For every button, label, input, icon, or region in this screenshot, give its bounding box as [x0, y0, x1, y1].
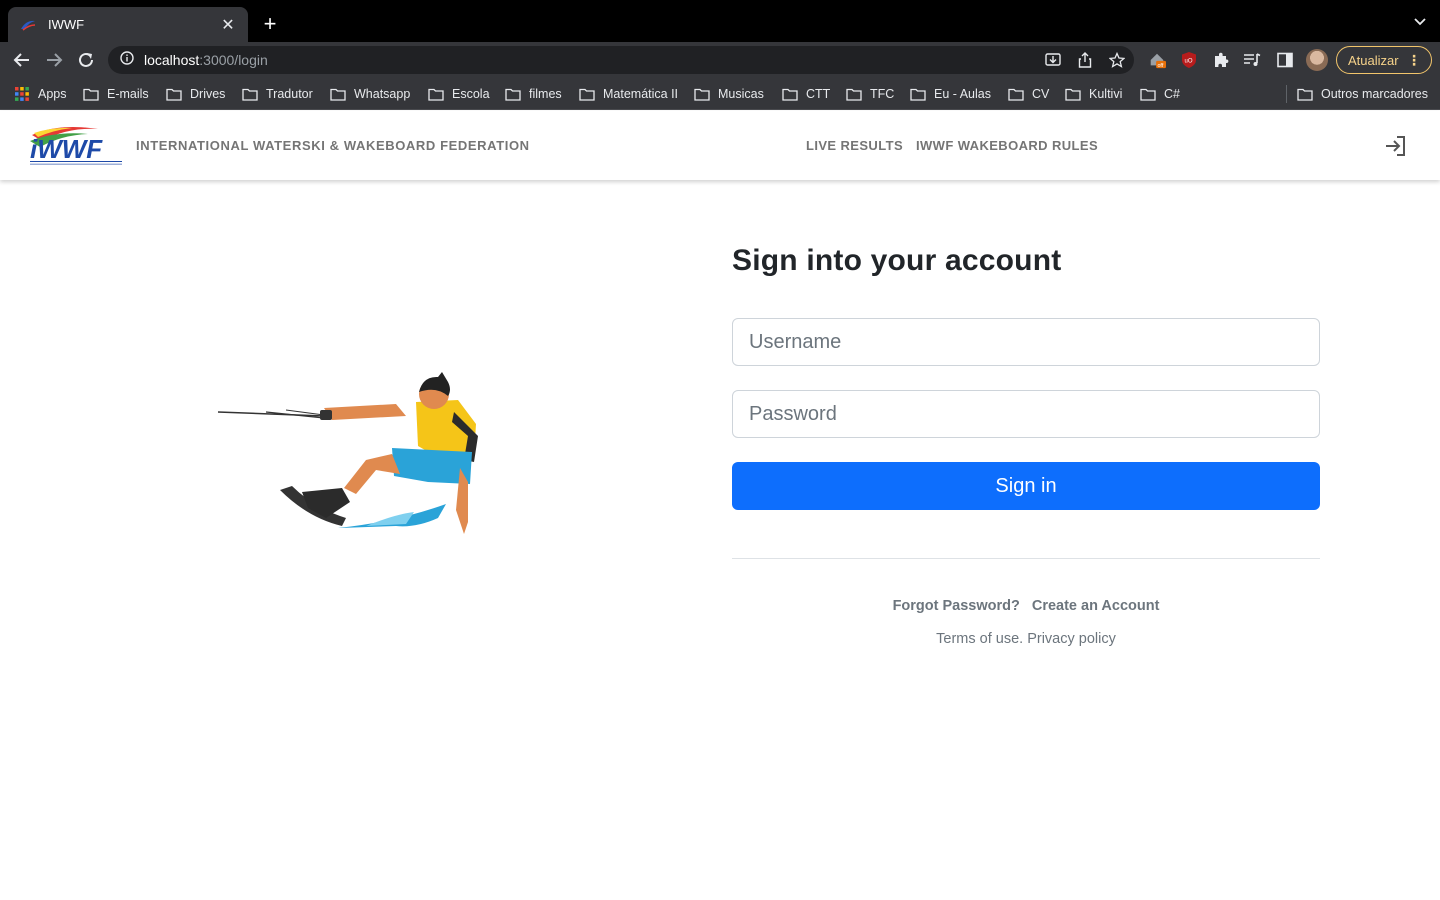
bookmark-star-icon[interactable] — [1108, 52, 1126, 68]
terms-of-use-link[interactable]: Terms of use. — [936, 631, 1023, 647]
media-queue-icon[interactable] — [1243, 51, 1261, 69]
bookmark-label: Escola — [452, 87, 490, 101]
brand-name[interactable]: INTERNATIONAL WATERSKI & WAKEBOARD FEDER… — [136, 138, 530, 153]
wakeboarder-illustration — [217, 372, 478, 534]
bookmark-folder[interactable]: filmes — [505, 86, 562, 102]
site-header: iWWF INTERNATIONAL WATERSKI & WAKEBOARD … — [0, 111, 1440, 180]
bookmark-label: Musicas — [718, 87, 764, 101]
svg-text:iWWF: iWWF — [30, 134, 103, 164]
login-heading: Sign into your account — [732, 244, 1062, 277]
update-label: Atualizar — [1348, 52, 1399, 68]
other-bookmarks[interactable]: Outros marcadores — [1297, 86, 1428, 102]
bookmark-label: E-mails — [107, 87, 149, 101]
bookmark-label: Tradutor — [266, 87, 313, 101]
bookmark-label: Whatsapp — [354, 87, 411, 101]
folder-icon — [242, 88, 258, 101]
bookmark-folder[interactable]: Whatsapp — [330, 86, 410, 102]
new-tab-icon[interactable]: + — [260, 13, 280, 35]
reload-icon[interactable] — [76, 50, 96, 70]
bookmark-label: Eu - Aulas — [934, 87, 991, 101]
bookmark-folder[interactable]: Escola — [428, 86, 490, 102]
bookmark-label: Drives — [190, 87, 226, 101]
folder-icon — [1140, 88, 1156, 101]
folder-icon — [83, 88, 99, 101]
tab-close-icon[interactable]: ✕ — [220, 15, 236, 35]
username-input[interactable] — [732, 318, 1320, 366]
bookmark-label: CTT — [806, 87, 831, 101]
bookmark-folder[interactable]: E-mails — [83, 86, 149, 102]
bookmark-label: Kultivi — [1089, 87, 1123, 101]
bookmark-folder[interactable]: Tradutor — [242, 86, 313, 102]
extension-off-icon[interactable]: off — [1148, 51, 1166, 69]
legal-links: Terms of use. Privacy policy — [732, 631, 1320, 647]
form-divider — [732, 558, 1320, 559]
folder-icon — [505, 88, 521, 101]
bookmark-apps[interactable]: Apps — [14, 86, 67, 102]
svg-text:off: off — [1157, 63, 1163, 69]
bookmark-label: TFC — [870, 87, 895, 101]
tab-search-chevron-icon[interactable] — [1414, 15, 1426, 27]
bookmark-folder[interactable]: CV — [1008, 86, 1049, 102]
install-app-icon[interactable] — [1044, 52, 1062, 68]
bookmark-label: Matemática II — [603, 87, 679, 101]
folder-icon — [166, 88, 182, 101]
folder-icon — [428, 88, 444, 101]
nav-wakeboard-rules[interactable]: IWWF WAKEBOARD RULES — [916, 138, 1098, 153]
folder-icon — [1008, 88, 1024, 101]
bookmark-folder[interactable]: Drives — [166, 86, 225, 102]
browser-tab[interactable]: IWWF ✕ — [8, 7, 248, 42]
folder-icon — [846, 88, 862, 101]
iwwf-favicon-icon — [20, 17, 36, 33]
url-host: localhost — [144, 52, 200, 68]
bookmark-label: CV — [1032, 87, 1050, 101]
bookmarks-bar: Apps E-mails Drives Tradutor Whatsapp Es… — [0, 78, 1440, 110]
kebab-menu-icon[interactable]: ⋮ — [1407, 53, 1421, 67]
bookmark-label: Apps — [38, 87, 67, 101]
back-arrow-icon[interactable] — [12, 50, 32, 70]
profile-avatar[interactable] — [1306, 49, 1328, 71]
privacy-policy-link[interactable]: Privacy policy — [1027, 631, 1116, 647]
tab-title: IWWF — [48, 17, 85, 32]
folder-icon — [694, 88, 710, 101]
bookmark-folder[interactable]: TFC — [846, 86, 894, 102]
bookmark-label: C# — [1164, 87, 1180, 101]
folder-icon — [1297, 88, 1313, 101]
folder-icon — [782, 88, 798, 101]
address-bar[interactable]: localhost:3000/login — [108, 46, 1134, 74]
share-icon[interactable] — [1076, 52, 1094, 68]
bookmark-folder[interactable]: Eu - Aulas — [910, 86, 991, 102]
side-panel-icon[interactable] — [1276, 51, 1294, 69]
nav-live-results[interactable]: LIVE RESULTS — [806, 138, 903, 153]
sign-in-button[interactable]: Sign in — [732, 462, 1320, 510]
site-info-icon[interactable] — [120, 50, 134, 70]
bookmark-folder[interactable]: Kultivi — [1065, 86, 1122, 102]
browser-toolbar: localhost:3000/login off uO Atualizar ⋮ — [0, 42, 1440, 78]
bookmark-folder[interactable]: CTT — [782, 86, 830, 102]
bookmark-folder[interactable]: C# — [1140, 86, 1180, 102]
url-path: :3000/login — [199, 52, 268, 68]
folder-icon — [330, 88, 346, 101]
iwwf-logo[interactable]: iWWF — [28, 125, 124, 167]
folder-icon — [910, 88, 926, 101]
bookmark-folder[interactable]: Matemática II — [579, 86, 678, 102]
folder-icon — [579, 88, 595, 101]
ublock-icon[interactable]: uO — [1180, 51, 1198, 69]
bookmarks-separator — [1286, 85, 1287, 103]
extensions-puzzle-icon[interactable] — [1212, 51, 1230, 69]
password-input[interactable] — [732, 390, 1320, 438]
update-button[interactable]: Atualizar ⋮ — [1336, 46, 1432, 74]
login-icon[interactable] — [1384, 134, 1408, 158]
folder-icon — [1065, 88, 1081, 101]
apps-grid-icon — [15, 87, 29, 101]
bookmark-folder[interactable]: Musicas — [694, 86, 764, 102]
svg-text:uO: uO — [1185, 59, 1193, 65]
other-bookmarks-label: Outros marcadores — [1321, 87, 1428, 101]
create-account-link[interactable]: Create an Account — [1032, 598, 1160, 614]
account-links: Forgot Password? Create an Account — [732, 598, 1320, 614]
bookmark-label: filmes — [529, 87, 562, 101]
forgot-password-link[interactable]: Forgot Password? — [893, 598, 1020, 614]
browser-tabstrip: IWWF ✕ + — [0, 0, 1440, 42]
forward-arrow-icon[interactable] — [44, 50, 64, 70]
